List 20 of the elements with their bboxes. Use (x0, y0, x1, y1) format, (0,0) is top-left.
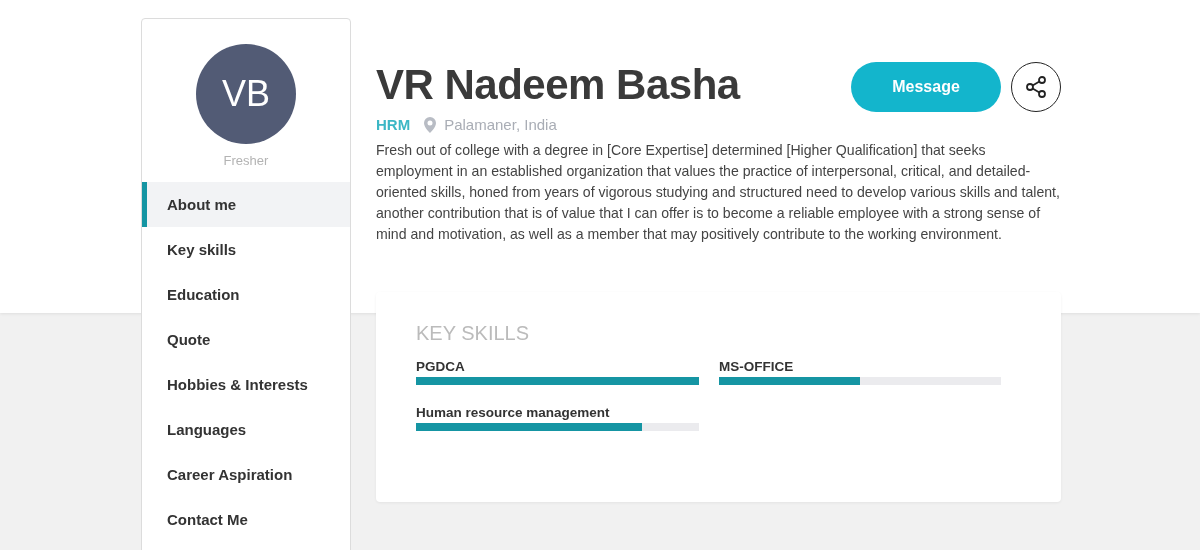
sidebar-item[interactable]: Contact Me (142, 497, 350, 542)
location-label: Palamaner, India (444, 116, 557, 134)
bio-paragraph: Fresh out of college with a degree in [Core Expertise] determined [Higher Qualification] that seeks employment in an established organization that values the practice of interpersonal, critical, and detailed-oriented skills, honed from years of vigorous studying and structured need to develop various skills and talent, another contribution that is of value that I can offer is to become a reliable employee with a strong sense of mind and motivation, as well as a member that may positively contribute to the working environment. (376, 141, 1061, 245)
location-pin-icon (424, 116, 437, 133)
skill-name: PGDCA (416, 359, 466, 375)
skill-name: Human resource management (416, 405, 611, 421)
sidebar-item[interactable]: Quote (142, 317, 350, 362)
sidebar-item[interactable]: About me (142, 182, 350, 227)
avatar: VB (196, 44, 296, 144)
share-icon (1024, 75, 1048, 99)
sidebar-item[interactable]: Education (142, 272, 350, 317)
role-label: HRM (376, 116, 411, 134)
section-title: KEY SKILLS (416, 322, 531, 346)
skill-name: MS-OFFICE (719, 359, 795, 375)
status-label: Fresher (223, 153, 269, 168)
sidebar-item[interactable]: Career Aspiration (142, 452, 350, 497)
sidebar-item[interactable]: Hobbies & Interests (142, 362, 350, 407)
sidebar-item[interactable]: Key skills (142, 227, 350, 272)
profile-name: VR Nadeem Basha (376, 62, 740, 109)
sidebar-item[interactable]: Languages (142, 407, 350, 452)
